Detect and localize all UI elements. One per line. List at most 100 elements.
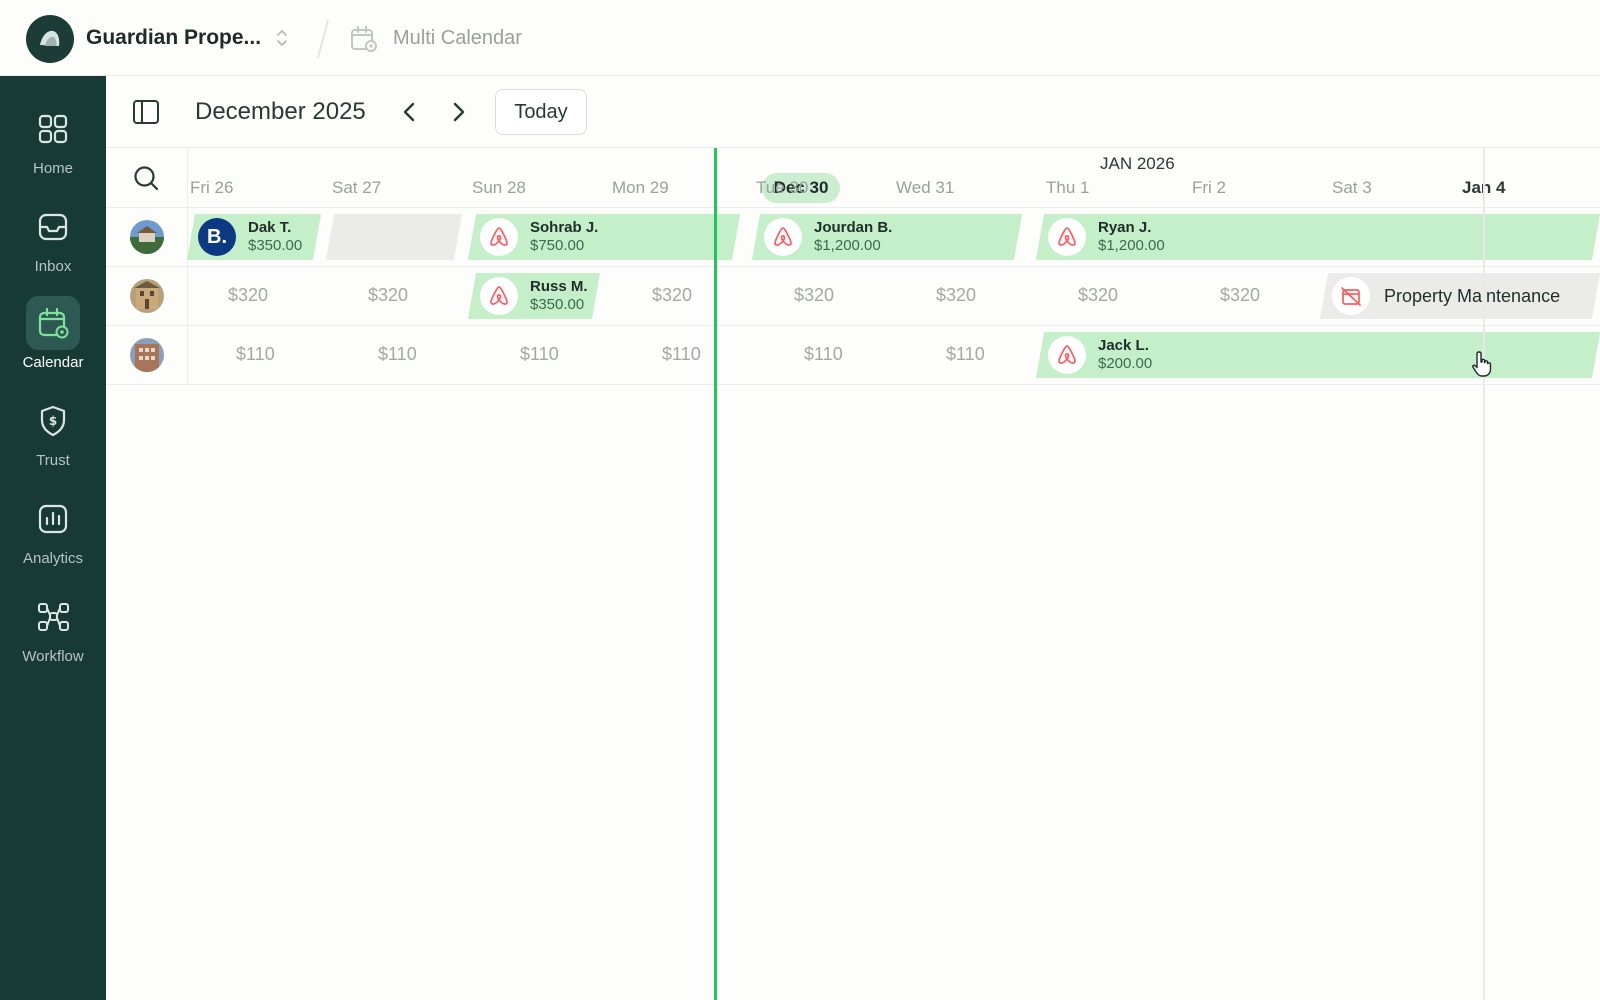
- inbox-icon: [38, 213, 68, 241]
- property-row: B. Dak T. $350.00 Sohrab J. $750.00 Jour…: [106, 208, 1600, 267]
- org-name[interactable]: Guardian Prope...: [86, 26, 261, 50]
- guest-name: Russ M.: [530, 278, 588, 295]
- sidebar-item-label: Analytics: [22, 550, 84, 567]
- day-header: Mon 29: [612, 178, 669, 197]
- search-cell: [106, 148, 188, 208]
- nightly-price[interactable]: $110: [662, 344, 701, 365]
- nightly-price[interactable]: $110: [804, 344, 843, 365]
- calendar-icon: [38, 307, 69, 339]
- property-row: $110 $110 $110 $110 $110 $110 Jack L. $2…: [106, 326, 1600, 385]
- property-row: $320 $320 Russ M. $350.00 $320 $320 $320…: [106, 267, 1600, 326]
- blocked-day-bar[interactable]: [325, 214, 463, 260]
- guest-name: Sohrab J.: [530, 219, 599, 236]
- booking-amount: $350.00: [248, 237, 303, 254]
- airbnb-icon: [1048, 218, 1086, 256]
- nightly-price[interactable]: $320: [1220, 285, 1260, 306]
- chevron-up-down-icon[interactable]: [274, 27, 290, 49]
- booking-amount: $750.00: [530, 237, 585, 254]
- property-thumb-cell: [106, 208, 188, 267]
- sidebar-item-label: Home: [32, 160, 73, 177]
- day-header: Sat 27: [332, 178, 382, 197]
- chart-icon: [38, 504, 68, 534]
- calendar-toolbar: December 2025 Today: [106, 76, 1600, 148]
- nightly-price[interactable]: $110: [236, 344, 275, 365]
- week-divider-line: [1483, 148, 1485, 1000]
- calendar-blocked-icon: [1332, 277, 1370, 315]
- booking-amount: $350.00: [530, 296, 585, 313]
- guest-name: Jourdan B.: [814, 219, 893, 236]
- nightly-price[interactable]: $320: [368, 285, 408, 306]
- svg-text:$: $: [49, 414, 57, 428]
- booking-card[interactable]: Ryan J. $1,200.00: [1048, 214, 1165, 260]
- property-thumb-cell: [106, 326, 188, 385]
- breadcrumb-multi-calendar[interactable]: Multi Calendar: [393, 27, 522, 50]
- workflow-icon: [38, 603, 69, 631]
- nightly-price[interactable]: $110: [378, 344, 417, 365]
- airbnb-icon: [480, 218, 518, 256]
- property-thumbnail[interactable]: [130, 279, 164, 313]
- today-button[interactable]: Today: [495, 89, 587, 135]
- search-icon[interactable]: [132, 164, 160, 192]
- date-header-row: JAN 2026 Fri 26 Sat 27 Sun 28 Mon 29 Dec…: [188, 148, 1600, 208]
- day-header: Fri 26: [190, 178, 234, 197]
- property-thumb-cell: [106, 267, 188, 326]
- booking-amount: $200.00: [1098, 355, 1153, 372]
- nightly-price[interactable]: $320: [1078, 285, 1118, 306]
- sidebar-item-analytics[interactable]: Analytics: [0, 492, 106, 582]
- nightly-price[interactable]: $320: [794, 285, 834, 306]
- sidebar-item-workflow[interactable]: Workflow: [0, 590, 106, 680]
- house-logo-icon: [40, 30, 60, 46]
- day-header: Thu 1: [1046, 178, 1090, 197]
- guest-name: Jack L.: [1098, 337, 1149, 354]
- day-header: Fri 2: [1192, 178, 1226, 197]
- breadcrumb-separator: [316, 20, 330, 58]
- nightly-price[interactable]: $320: [652, 285, 692, 306]
- property-thumbnail[interactable]: [130, 220, 164, 254]
- nightly-price[interactable]: $320: [228, 285, 268, 306]
- day-header: Tue 30: [756, 178, 809, 197]
- booking-amount: $1,200.00: [814, 237, 881, 254]
- today-indicator-line: [714, 148, 717, 1000]
- day-header: Sun 28: [472, 178, 526, 197]
- booking-amount: $1,200.00: [1098, 237, 1165, 254]
- sidebar-item-label: Trust: [36, 452, 70, 469]
- sidebar-item-trust[interactable]: $ Trust: [0, 394, 106, 484]
- hand-pointer-icon: [1472, 351, 1492, 377]
- sidebar-item-home[interactable]: Home: [0, 102, 106, 192]
- booking-card[interactable]: Russ M. $350.00: [480, 273, 588, 319]
- booking-card[interactable]: Sohrab J. $750.00: [480, 214, 598, 260]
- sidebar: Home Inbox Calendar $ Trust Analytics Wo…: [0, 76, 106, 1000]
- sidebar-item-label: Workflow: [22, 648, 84, 665]
- booking-card[interactable]: B. Dak T. $350.00: [198, 214, 302, 260]
- sidebar-item-calendar[interactable]: Calendar: [0, 296, 106, 386]
- day-header: Wed 31: [896, 178, 955, 197]
- calendar-settings-icon: [351, 26, 377, 52]
- multi-calendar-grid: JAN 2026 Fri 26 Sat 27 Sun 28 Mon 29 Dec…: [106, 148, 1600, 1000]
- maintenance-label: Property Maintenance: [1384, 285, 1561, 306]
- day-header: Sat 3: [1332, 178, 1372, 197]
- guest-name: Dak T.: [248, 219, 292, 236]
- nightly-price[interactable]: $320: [936, 285, 976, 306]
- booking-com-icon: B.: [198, 218, 236, 256]
- month-title: December 2025: [195, 98, 366, 125]
- sidebar-toggle-icon[interactable]: [132, 98, 160, 126]
- org-logo[interactable]: [26, 15, 74, 63]
- nightly-price[interactable]: $110: [946, 344, 985, 365]
- chevron-right-icon[interactable]: [444, 98, 472, 126]
- nightly-price[interactable]: $110: [520, 344, 559, 365]
- month-marker: JAN 2026: [1100, 154, 1175, 173]
- airbnb-icon: [480, 277, 518, 315]
- maintenance-block-card[interactable]: Property Maintenance: [1332, 273, 1560, 319]
- property-thumbnail[interactable]: [130, 338, 164, 372]
- booking-card[interactable]: Jack L. $200.00: [1048, 332, 1152, 378]
- sidebar-item-inbox[interactable]: Inbox: [0, 200, 106, 290]
- airbnb-icon: [764, 218, 802, 256]
- sidebar-item-label: Calendar: [22, 354, 84, 371]
- guest-name: Ryan J.: [1098, 219, 1152, 236]
- top-bar: Guardian Prope... Multi Calendar: [0, 0, 1600, 76]
- sidebar-item-label: Inbox: [34, 258, 72, 275]
- airbnb-icon: [1048, 336, 1086, 374]
- grid-icon: [38, 114, 68, 144]
- booking-card[interactable]: Jourdan B. $1,200.00: [764, 214, 892, 260]
- chevron-left-icon[interactable]: [396, 98, 424, 126]
